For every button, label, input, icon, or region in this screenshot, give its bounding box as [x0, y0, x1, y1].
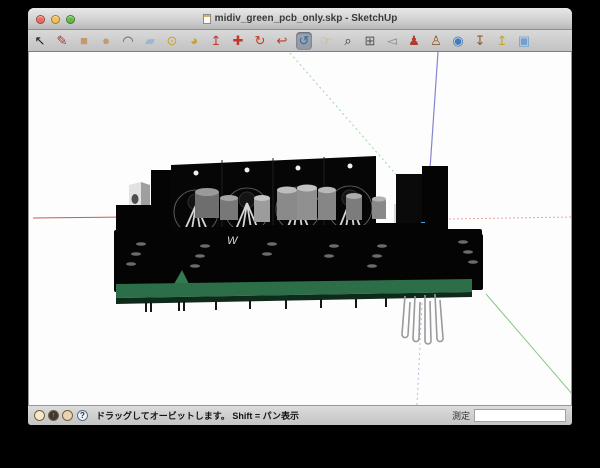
move-icon: ✚	[233, 32, 244, 50]
paint-bucket-icon: ◕	[190, 32, 198, 50]
line-icon: ✎	[57, 32, 68, 50]
tool-select[interactable]: ↖	[32, 32, 48, 50]
get-current-view-icon: ↧	[475, 32, 486, 50]
tool-tape-measure[interactable]: ⊙	[164, 32, 180, 50]
green-axis	[486, 294, 571, 395]
document-icon	[203, 14, 211, 24]
place-model-icon: ▣	[518, 32, 530, 50]
tool-get-current-view[interactable]: ↧	[472, 32, 488, 50]
status-coin-1-icon[interactable]	[34, 410, 45, 421]
sketchup-window: midiv_green_pcb_only.skp - SketchUp ↖ ✎ ■ ●…	[28, 8, 572, 425]
offset-icon: ↩	[277, 32, 288, 50]
arc-icon: ◠	[122, 32, 133, 50]
push-pull-icon: ↥	[211, 32, 222, 50]
status-coin-3-icon[interactable]	[62, 410, 73, 421]
model-viewport[interactable]: W	[28, 52, 572, 405]
tool-paint-bucket[interactable]: ◕	[186, 32, 202, 50]
tool-circle[interactable]: ●	[98, 32, 114, 50]
tool-rectangle[interactable]: ■	[76, 32, 92, 50]
tool-walk[interactable]: ♙	[428, 32, 444, 50]
tool-position-camera[interactable]: ♟	[406, 32, 422, 50]
walk-icon: ♙	[430, 32, 442, 50]
tool-place-model[interactable]: ▣	[516, 32, 532, 50]
toggle-terrain-icon: ↥	[497, 32, 508, 50]
tool-line[interactable]: ✎	[54, 32, 70, 50]
pcb-model: W	[114, 156, 483, 344]
status-bar: ↑ ? ドラッグしてオービットします。 Shift = パン表示 測定	[28, 405, 572, 425]
minimize-button[interactable]	[51, 15, 60, 24]
zoom-extents-icon: ⊞	[365, 32, 376, 50]
help-icon[interactable]: ?	[77, 410, 88, 421]
tool-zoom[interactable]: ⌕	[340, 32, 356, 50]
model-viewport-canvas: W	[29, 52, 571, 405]
tool-zoom-extents[interactable]: ⊞	[362, 32, 378, 50]
window-title: midiv_green_pcb_only.skp - SketchUp	[215, 13, 398, 24]
tool-arc[interactable]: ◠	[120, 32, 136, 50]
select-icon: ↖	[35, 32, 46, 50]
tool-eraser[interactable]: ▰	[142, 32, 158, 50]
tool-offset[interactable]: ↩	[274, 32, 290, 50]
tape-measure-icon: ⊙	[167, 32, 178, 50]
rotate-icon: ↻	[255, 32, 266, 50]
orbit-icon: ↺	[299, 32, 310, 50]
tool-google-earth[interactable]: ◉	[450, 32, 466, 50]
measurement-label: 測定	[452, 409, 470, 422]
statusbar-hint: ドラッグしてオービットします。 Shift = パン表示	[96, 409, 299, 422]
close-button[interactable]	[36, 15, 45, 24]
position-camera-icon: ♟	[408, 32, 420, 50]
measurement-input[interactable]	[474, 409, 566, 422]
tool-move[interactable]: ✚	[230, 32, 246, 50]
pan-icon: ☞	[320, 32, 332, 50]
title-bar[interactable]: midiv_green_pcb_only.skp - SketchUp	[28, 8, 572, 30]
rectangle-icon: ■	[80, 32, 88, 50]
tool-previous[interactable]: ◅	[384, 32, 400, 50]
circle-icon: ●	[102, 32, 110, 50]
blue-axis	[430, 52, 438, 169]
tool-push-pull[interactable]: ↥	[208, 32, 224, 50]
main-toolbar: ↖ ✎ ■ ● ◠ ▰ ⊙ ◕ ↥ ✚ ↻ ↩ ↺ ☞ ⌕ ⊞ ◅ ♟ ♙ ◉ ↧ ↥ ▣	[28, 30, 572, 52]
tool-rotate[interactable]: ↻	[252, 32, 268, 50]
status-coin-2-icon[interactable]: ↑	[48, 410, 59, 421]
tool-orbit[interactable]: ↺	[296, 32, 312, 50]
previous-icon: ◅	[387, 32, 397, 50]
tool-toggle-terrain[interactable]: ↥	[494, 32, 510, 50]
red-axis-negative	[449, 217, 571, 219]
zoom-window-button[interactable]	[66, 15, 75, 24]
component-marking: W	[227, 235, 239, 247]
eraser-icon: ▰	[145, 32, 155, 50]
red-axis	[33, 217, 128, 218]
tool-pan[interactable]: ☞	[318, 32, 334, 50]
google-earth-icon: ◉	[452, 32, 463, 50]
zoom-icon: ⌕	[344, 32, 351, 50]
